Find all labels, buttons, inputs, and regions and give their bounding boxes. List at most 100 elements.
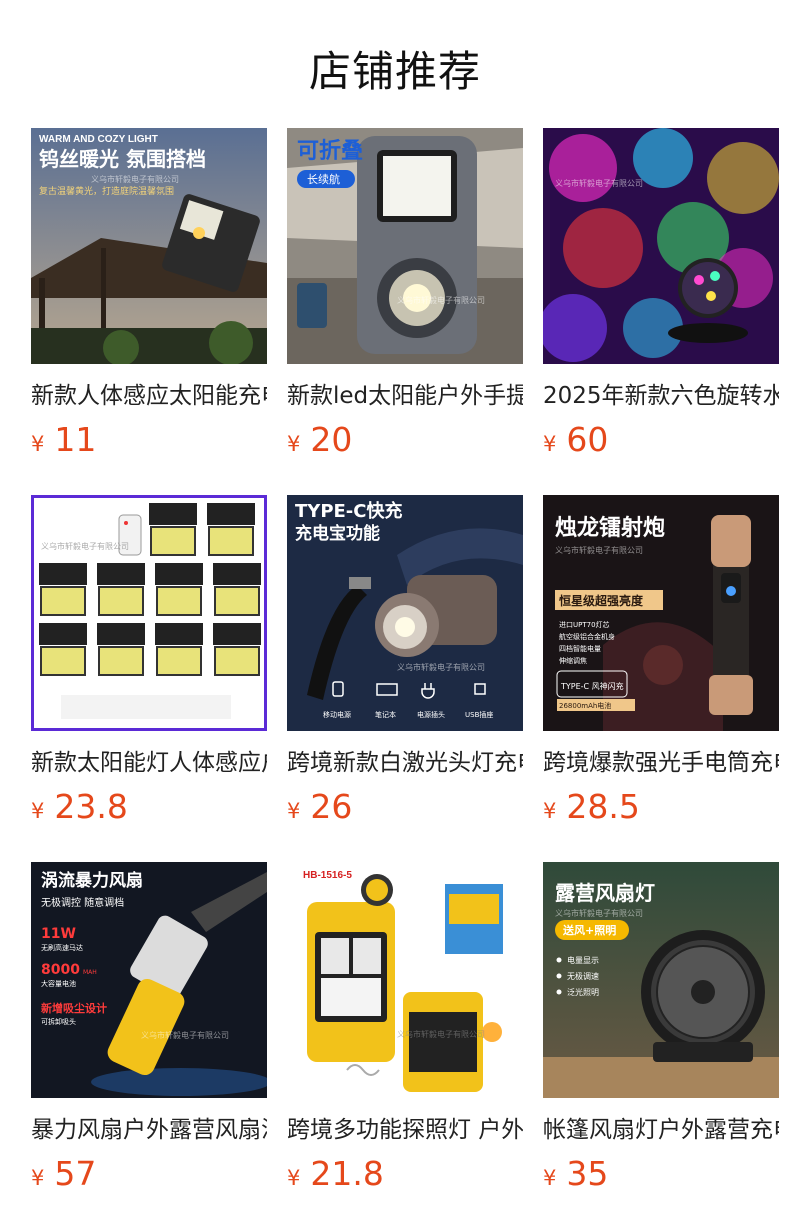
image-spec: 11W: [41, 926, 76, 942]
currency-symbol: ¥: [31, 799, 45, 823]
product-name[interactable]: 跨境新款白激光头灯充电强光: [287, 747, 523, 779]
product-name[interactable]: 帐篷风扇灯户外露营充电: [543, 1114, 779, 1146]
image-headline: 钨丝暖光 氛围搭档: [39, 147, 206, 171]
product-row: 义乌市轩毅电子有限公司 新款太阳能灯人体感应户外投光灯 ¥23.8: [31, 495, 781, 862]
icon-label-power-bank: 移动电源: [323, 710, 351, 719]
product-image[interactable]: WARM AND COZY LIGHT 钨丝暖光 氛围搭档 复古温馨黄光，打造庭…: [31, 128, 267, 364]
product-price: ¥60: [543, 420, 779, 460]
currency-symbol: ¥: [287, 432, 301, 456]
image-sub: 充电宝功能: [295, 523, 380, 544]
image-watermark: 义乌市轩毅电子有限公司: [555, 908, 643, 918]
image-feature: 无极调速: [567, 971, 599, 981]
product-image[interactable]: 可折叠 长续航 义乌市轩毅电子有限公司: [287, 128, 523, 364]
product-card[interactable]: HB-1516-5 义乌市轩毅电子有限公司 跨境多功能探照灯 户外 ¥ 21.8: [287, 862, 523, 1229]
product-price: ¥11: [31, 420, 267, 460]
product-card[interactable]: 可折叠 长续航 义乌市轩毅电子有限公司 新款led太阳能户外手提露营灯 ¥20: [287, 128, 523, 495]
product-name[interactable]: 新款led太阳能户外手提露营灯: [287, 380, 523, 412]
image-feature: 四档智能电量: [559, 644, 601, 653]
image-spec: 8000: [41, 962, 80, 978]
currency-symbol: ¥: [543, 432, 557, 456]
icon-label-plug: 电源插头: [417, 710, 445, 719]
image-feature: 进口UPT70灯芯: [559, 620, 610, 629]
product-card[interactable]: WARM AND COZY LIGHT 钨丝暖光 氛围搭档 复古温馨黄光，打造庭…: [31, 128, 267, 495]
product-card[interactable]: 义乌市轩毅电子有限公司 2025年新款六色旋转水晶魔球灯 ¥60: [543, 128, 779, 495]
product-card[interactable]: TYPE-C快充 充电宝功能 义乌市轩毅电子有限公司 移动电源 笔记本 电源插头…: [287, 495, 523, 862]
product-image[interactable]: 涡流暴力风扇 无极调控 随意调档 11W 无刷高速马达 8000 MAH 大容量…: [31, 862, 267, 1098]
image-headline: 露营风扇灯: [555, 881, 655, 905]
product-image[interactable]: 义乌市轩毅电子有限公司: [543, 128, 779, 364]
product-image[interactable]: 烛龙镭射炮 恒星级超强亮度 进口UPT70灯芯 航空级铝合金机身 四档智能电量 …: [543, 495, 779, 731]
price-value: 21.8: [310, 1154, 384, 1193]
currency-symbol: ¥: [287, 1166, 301, 1190]
product-price: ¥28.5: [543, 787, 779, 827]
product-image[interactable]: HB-1516-5 义乌市轩毅电子有限公司: [287, 862, 523, 1098]
currency-symbol: ¥: [543, 799, 557, 823]
product-price: ¥57: [31, 1154, 267, 1194]
price-value: 20: [310, 420, 353, 459]
image-watermark: 义乌市轩毅电子有限公司: [555, 178, 643, 188]
product-price: ¥20: [287, 420, 523, 460]
image-tag: 送风+照明: [562, 923, 616, 937]
product-row: WARM AND COZY LIGHT 钨丝暖光 氛围搭档 复古温馨黄光，打造庭…: [31, 128, 781, 495]
image-headline: 烛龙镭射炮: [555, 515, 665, 541]
currency-symbol: ¥: [287, 799, 301, 823]
price-value: 11: [54, 420, 97, 459]
image-badge: TYPE-C 风神闪充: [560, 681, 624, 691]
image-model: HB-1516-5: [303, 870, 352, 881]
product-card[interactable]: 义乌市轩毅电子有限公司 新款太阳能灯人体感应户外投光灯 ¥23.8: [31, 495, 267, 862]
image-watermark: 义乌市轩毅电子有限公司: [555, 545, 643, 555]
currency-symbol: ¥: [31, 1166, 45, 1190]
currency-symbol: ¥: [543, 1166, 557, 1190]
product-image[interactable]: TYPE-C快充 充电宝功能 义乌市轩毅电子有限公司 移动电源 笔记本 电源插头…: [287, 495, 523, 731]
product-card[interactable]: 露营风扇灯 送风+照明 电量显示 无极调速 泛光照明 义乌市轩毅电子有限公司 帐…: [543, 862, 779, 1229]
tent-fan-light-image: 露营风扇灯 送风+照明 电量显示 无极调速 泛光照明 义乌市轩毅电子有限公司: [543, 862, 779, 1098]
product-name[interactable]: 2025年新款六色旋转水晶魔球灯: [543, 380, 779, 412]
image-spec-unit: MAH: [83, 969, 97, 976]
headlamp-image: TYPE-C快充 充电宝功能 义乌市轩毅电子有限公司 移动电源 笔记本 电源插头…: [287, 495, 523, 731]
price-value: 28.5: [566, 787, 640, 826]
product-name[interactable]: 新款人体感应太阳能充电户外庭院灯: [31, 380, 267, 412]
searchlight-image: HB-1516-5 义乌市轩毅电子有限公司: [287, 862, 523, 1098]
icon-label-usb: USB插座: [465, 710, 493, 719]
product-name[interactable]: 新款太阳能灯人体感应户外投光灯: [31, 747, 267, 779]
image-watermark: 义乌市轩毅电子有限公司: [397, 1029, 485, 1039]
solar-flood-lights-image: 义乌市轩毅电子有限公司: [31, 495, 267, 731]
product-price: ¥26: [287, 787, 523, 827]
price-value: 23.8: [54, 787, 128, 826]
camping-lantern-image: 可折叠 长续航 义乌市轩毅电子有限公司: [287, 128, 523, 364]
product-price: ¥35: [543, 1154, 779, 1194]
price-value: 26: [310, 787, 353, 826]
image-sub: 恒星级超强亮度: [559, 593, 644, 608]
product-name[interactable]: 跨境爆款强光手电筒充电超亮: [543, 747, 779, 779]
image-spec-label: 可拆卸吸头: [41, 1017, 76, 1026]
image-headline: 涡流暴力风扇: [41, 870, 143, 891]
image-spec: 新增吸尘设计: [41, 1001, 107, 1015]
price-value: 57: [54, 1154, 97, 1193]
currency-symbol: ¥: [31, 432, 45, 456]
product-card[interactable]: 涡流暴力风扇 无极调控 随意调档 11W 无刷高速马达 8000 MAH 大容量…: [31, 862, 267, 1229]
image-feature: 航空级铝合金机身: [559, 632, 615, 641]
image-sub: 复古温馨黄光，打造庭院温馨氛围: [39, 185, 174, 197]
product-image[interactable]: 露营风扇灯 送风+照明 电量显示 无极调速 泛光照明 义乌市轩毅电子有限公司: [543, 862, 779, 1098]
image-battery: 26800mAh电池: [559, 701, 611, 710]
image-watermark: 义乌市轩毅电子有限公司: [91, 174, 179, 184]
image-watermark: 义乌市轩毅电子有限公司: [397, 662, 485, 672]
image-feature: 伸缩调焦: [559, 656, 587, 665]
image-feature: 泛光照明: [567, 987, 599, 997]
page-title: 店铺推荐: [308, 47, 481, 96]
flashlight-image: 烛龙镭射炮 恒星级超强亮度 进口UPT70灯芯 航空级铝合金机身 四档智能电量 …: [543, 495, 779, 731]
price-value: 35: [566, 1154, 609, 1193]
image-feature: 电量显示: [567, 955, 599, 965]
product-name[interactable]: 暴力风扇户外露营风扇涡轮: [31, 1114, 267, 1146]
image-headline: 可折叠: [297, 139, 363, 164]
product-image[interactable]: 义乌市轩毅电子有限公司: [31, 495, 267, 731]
product-price: ¥23.8: [31, 787, 267, 827]
product-name[interactable]: 跨境多功能探照灯 户外充电: [287, 1114, 523, 1146]
image-watermark: 义乌市轩毅电子有限公司: [141, 1030, 229, 1040]
turbo-fan-image: 涡流暴力风扇 无极调控 随意调档 11W 无刷高速马达 8000 MAH 大容量…: [31, 862, 267, 1098]
icon-label-laptop: 笔记本: [375, 710, 396, 719]
image-watermark: 义乌市轩毅电子有限公司: [397, 295, 485, 305]
image-watermark: 义乌市轩毅电子有限公司: [41, 541, 129, 551]
product-card[interactable]: 烛龙镭射炮 恒星级超强亮度 进口UPT70灯芯 航空级铝合金机身 四档智能电量 …: [543, 495, 779, 862]
image-tag: 长续航: [307, 172, 340, 186]
